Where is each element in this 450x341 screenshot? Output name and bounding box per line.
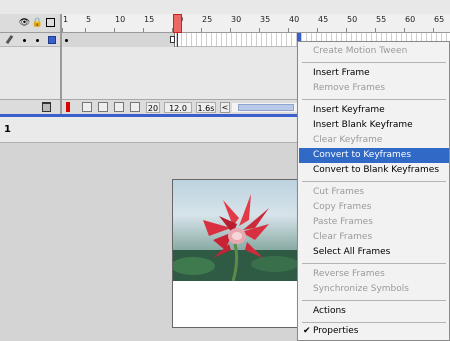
- menu-item-insert-keyframe[interactable]: Insert Keyframe: [299, 103, 449, 118]
- scroll-left-button[interactable]: <: [220, 102, 230, 113]
- ruler-label: 65: [434, 15, 445, 24]
- ruler-label: 5: [86, 15, 92, 24]
- onion-outline-icon[interactable]: [98, 102, 108, 112]
- ruler-label: 55: [376, 15, 387, 24]
- ruler-tick: [375, 28, 376, 32]
- menu-separator: [302, 181, 446, 182]
- ruler-tick: [85, 28, 86, 32]
- eye-icon[interactable]: 👁: [19, 17, 30, 28]
- ruler-label: 25: [202, 15, 213, 24]
- menu-item-create-motion-tween[interactable]: Create Motion Tween: [299, 44, 449, 59]
- menu-item-convert-to-keyframes[interactable]: Convert to Keyframes: [299, 148, 449, 163]
- ruler-label: 15: [144, 15, 155, 24]
- horizontal-scrollbar[interactable]: [232, 103, 300, 112]
- layer-header: 👁 🔒: [0, 14, 60, 33]
- ruler-tick: [201, 28, 202, 32]
- menu-separator: [302, 300, 446, 301]
- flower-image[interactable]: [173, 180, 299, 281]
- menu-item-actions[interactable]: Actions: [299, 304, 449, 319]
- menu-item-clear-frames[interactable]: Clear Frames: [299, 230, 449, 245]
- ruler-tick: [143, 28, 144, 32]
- frame-span[interactable]: [62, 33, 175, 47]
- ruler-label: 1: [63, 15, 69, 24]
- frame-ruler[interactable]: 15101520253035404550556065: [62, 14, 450, 33]
- center-frame-icon[interactable]: [66, 102, 70, 112]
- ruler-tick: [404, 28, 405, 32]
- ruler-label: 10: [115, 15, 126, 24]
- ruler-tick: [259, 28, 260, 32]
- trash-icon[interactable]: [42, 102, 51, 112]
- onion-skin-icon[interactable]: [82, 102, 92, 112]
- menu-item-insert-frame[interactable]: Insert Frame: [299, 66, 449, 81]
- end-frame-marker: [170, 36, 175, 43]
- ruler-label: 60: [405, 15, 416, 24]
- outline-color-icon[interactable]: [48, 36, 56, 44]
- ruler-tick: [288, 28, 289, 32]
- menu-separator: [302, 322, 446, 323]
- layers-area: [0, 47, 60, 99]
- playhead[interactable]: [173, 14, 182, 33]
- ruler-label: 35: [260, 15, 271, 24]
- layer-controls: [0, 99, 60, 114]
- menu-item-properties-label: Properties: [313, 326, 359, 336]
- menu-item-reverse-frames[interactable]: Reverse Frames: [299, 267, 449, 282]
- outline-icon[interactable]: [46, 18, 55, 27]
- scroll-thumb[interactable]: [238, 104, 294, 111]
- keyframe-dot: [65, 39, 68, 42]
- menu-item-select-all-frames[interactable]: Select All Frames: [299, 245, 449, 260]
- menu-separator: [302, 263, 446, 264]
- menu-item-paste-frames[interactable]: Paste Frames: [299, 215, 449, 230]
- timeline-status-bar: 20 12.0 fps 1.6s <: [62, 99, 302, 124]
- frame-rate: 12.0 fps: [164, 102, 192, 124]
- menu-item-synchronize-symbols[interactable]: Synchronize Symbols: [299, 282, 449, 297]
- elapsed-time: 1.6s: [196, 102, 216, 113]
- menu-item-clear-keyframe[interactable]: Clear Keyframe: [299, 133, 449, 148]
- context-menu: Create Motion Tween Insert Frame Remove …: [297, 41, 450, 341]
- ruler-tick: [433, 28, 434, 32]
- edit-multiple-icon[interactable]: [114, 102, 124, 112]
- check-icon: ✔: [303, 326, 311, 336]
- ruler-tick: [114, 28, 115, 32]
- pencil-icon: [5, 34, 14, 45]
- menu-item-copy-frames[interactable]: Copy Frames: [299, 200, 449, 215]
- lock-dot[interactable]: [36, 39, 39, 42]
- menu-item-insert-blank-keyframe[interactable]: Insert Blank Keyframe: [299, 118, 449, 133]
- ruler-label: 50: [347, 15, 358, 24]
- ruler-tick: [317, 28, 318, 32]
- current-frame: 20: [146, 102, 160, 113]
- menu-item-remove-frames[interactable]: Remove Frames: [299, 81, 449, 96]
- layer-row[interactable]: [0, 33, 60, 47]
- menu-item-cut-frames[interactable]: Cut Frames: [299, 185, 449, 200]
- menu-separator: [302, 99, 446, 100]
- menu-separator: [302, 62, 446, 63]
- ruler-label: 40: [289, 15, 300, 24]
- menu-item-properties[interactable]: ✔ Properties: [299, 324, 449, 339]
- ruler-label: 30: [231, 15, 242, 24]
- ruler-tick: [230, 28, 231, 32]
- ruler-label: 45: [318, 15, 329, 24]
- ruler-tick: [62, 28, 63, 32]
- lock-icon[interactable]: 🔒: [32, 17, 43, 28]
- menu-item-convert-to-blank-keyframes[interactable]: Convert to Blank Keyframes: [299, 163, 449, 178]
- onion-markers-icon[interactable]: [130, 102, 140, 112]
- ruler-tick: [346, 28, 347, 32]
- visibility-dot[interactable]: [23, 39, 26, 42]
- scene-number: 1: [4, 124, 11, 135]
